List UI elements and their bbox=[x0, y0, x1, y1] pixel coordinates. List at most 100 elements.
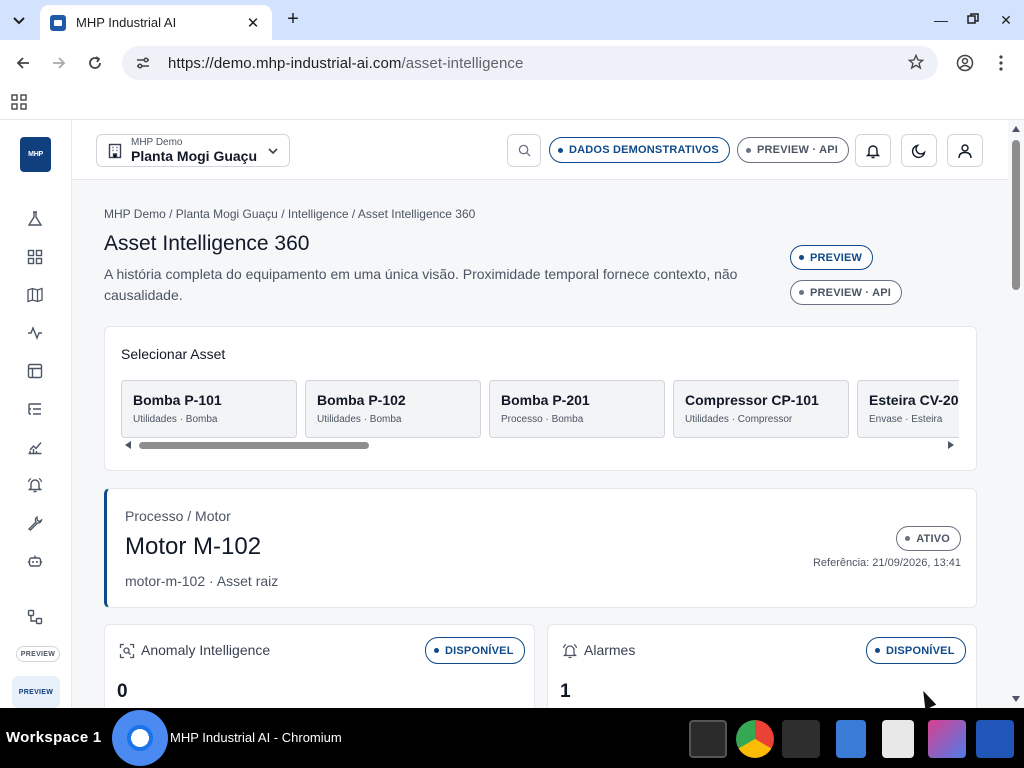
asset-option-bomba-p101[interactable]: Bomba P-101 Utilidades · Bomba bbox=[121, 380, 297, 438]
asset-name: Motor M-102 bbox=[125, 533, 262, 560]
tab-search-chevron-icon[interactable] bbox=[8, 10, 30, 32]
search-button[interactable] bbox=[507, 134, 541, 167]
site-settings-icon[interactable] bbox=[134, 54, 152, 72]
plant-selector[interactable]: MHP Demo Planta Mogi Guaçu bbox=[96, 134, 290, 167]
app-viewport: MHP PREVIEW PREVIEW MHP Demo Planta Mogi… bbox=[0, 120, 1024, 708]
dashboard-icon[interactable] bbox=[26, 248, 44, 266]
chart-line-icon[interactable] bbox=[26, 438, 44, 456]
terminal-icon[interactable] bbox=[689, 720, 727, 758]
chromium-task-icon[interactable] bbox=[112, 710, 168, 766]
alarms-panel: Alarmes DISPONÍVEL 1 bbox=[547, 624, 977, 708]
preview-api-badge[interactable]: PREVIEW · API bbox=[737, 137, 850, 163]
plant-name: Planta Mogi Guaçu bbox=[131, 148, 258, 164]
calculator-icon[interactable] bbox=[976, 720, 1014, 758]
anomaly-panel-title: Anomaly Intelligence bbox=[141, 642, 271, 658]
tab-title: MHP Industrial AI bbox=[76, 15, 177, 30]
back-icon[interactable] bbox=[12, 52, 34, 74]
reload-icon[interactable] bbox=[84, 52, 106, 74]
status-dot bbox=[875, 648, 880, 653]
browser-toolbar: https://demo.mhp-industrial-ai.com/asset… bbox=[0, 40, 1024, 86]
chevron-down-icon bbox=[267, 144, 279, 162]
breadcrumb: MHP Demo / Planta Mogi Guaçu / Intellige… bbox=[104, 207, 476, 221]
image-editor-icon[interactable] bbox=[928, 720, 966, 758]
asset-list[interactable]: Bomba P-101 Utilidades · Bomba Bomba P-1… bbox=[121, 380, 959, 438]
page-preview-api-badge[interactable]: PREVIEW · API bbox=[790, 280, 903, 305]
workspace-label[interactable]: Workspace 1 bbox=[6, 729, 102, 746]
asset-reference-time: Referência: 21/09/2026, 13:41 bbox=[812, 557, 961, 569]
bookmark-star-icon[interactable] bbox=[907, 53, 925, 75]
sidebar: MHP PREVIEW PREVIEW bbox=[0, 120, 72, 708]
robot-icon[interactable] bbox=[26, 552, 44, 570]
map-icon[interactable] bbox=[26, 286, 44, 304]
file-archive-icon[interactable] bbox=[836, 720, 866, 758]
asset-meta: motor-m-102 · Asset raiz bbox=[125, 573, 279, 589]
bell-ring-icon bbox=[562, 643, 578, 664]
scan-search-icon bbox=[119, 643, 135, 664]
brand-logo[interactable]: MHP bbox=[20, 137, 51, 172]
page-preview-badge[interactable]: PREVIEW bbox=[790, 245, 874, 270]
wrench-icon[interactable] bbox=[26, 514, 44, 532]
alarms-panel-title: Alarmes bbox=[584, 642, 636, 658]
asset-option-compressor-cp101[interactable]: Compressor CP-101 Utilidades · Compresso… bbox=[673, 380, 849, 438]
profile-icon[interactable] bbox=[954, 52, 976, 74]
asset-option-bomba-p201[interactable]: Bomba P-201 Processo · Bomba bbox=[489, 380, 665, 438]
list-tree-icon[interactable] bbox=[26, 400, 44, 418]
status-dot bbox=[434, 648, 439, 653]
scroll-left-arrow[interactable] bbox=[125, 441, 131, 449]
anomaly-panel: Anomaly Intelligence DISPONÍVEL 0 bbox=[104, 624, 535, 708]
alarms-count: 1 bbox=[560, 681, 571, 702]
minimize-icon[interactable]: — bbox=[931, 10, 951, 30]
restore-icon[interactable] bbox=[963, 10, 983, 30]
status-dot bbox=[799, 290, 804, 295]
address-bar[interactable]: https://demo.mhp-industrial-ai.com/asset… bbox=[122, 46, 938, 80]
vertical-scrollbar-thumb[interactable] bbox=[1012, 140, 1020, 290]
selected-asset-card: Processo / Motor Motor M-102 motor-m-102… bbox=[104, 488, 977, 608]
layout-icon[interactable] bbox=[26, 362, 44, 380]
asset-option-bomba-p102[interactable]: Bomba P-102 Utilidades · Bomba bbox=[305, 380, 481, 438]
org-label: MHP Demo bbox=[131, 137, 183, 148]
sidebar-preview-badge[interactable]: PREVIEW bbox=[16, 646, 60, 662]
scroll-up-arrow[interactable] bbox=[1012, 126, 1020, 132]
moon-icon bbox=[911, 143, 926, 158]
scroll-down-arrow[interactable] bbox=[1012, 696, 1020, 702]
close-window-icon[interactable]: ✕ bbox=[996, 10, 1016, 30]
search-icon bbox=[518, 144, 531, 157]
page-vertical-scrollbar[interactable] bbox=[1008, 120, 1024, 708]
user-menu-button[interactable] bbox=[947, 134, 983, 167]
workflow-icon[interactable] bbox=[26, 608, 44, 626]
theme-toggle-button[interactable] bbox=[901, 134, 937, 167]
scroll-right-arrow[interactable] bbox=[948, 441, 954, 449]
asset-selector-title: Selecionar Asset bbox=[121, 346, 226, 362]
asset-selector-card: Selecionar Asset Bomba P-101 Utilidades … bbox=[104, 326, 977, 471]
bookmarks-bar bbox=[0, 86, 1024, 120]
tab-close-icon[interactable]: ✕ bbox=[244, 14, 262, 32]
activity-icon[interactable] bbox=[26, 324, 44, 342]
sidebar-preview-badge-active[interactable]: PREVIEW bbox=[12, 676, 60, 708]
apps-grid-icon[interactable] bbox=[11, 94, 27, 115]
alarms-status-badge: DISPONÍVEL bbox=[866, 637, 966, 664]
anomaly-status-badge: DISPONÍVEL bbox=[425, 637, 525, 664]
document-viewer-icon[interactable] bbox=[882, 720, 914, 758]
active-window-title[interactable]: MHP Industrial AI - Chromium bbox=[170, 730, 342, 745]
building-icon bbox=[107, 143, 123, 164]
os-taskbar: Workspace 1 MHP Industrial AI - Chromium bbox=[0, 708, 1024, 768]
browser-menu-icon[interactable] bbox=[990, 52, 1012, 74]
demo-data-badge[interactable]: DADOS DEMONSTRATIVOS bbox=[549, 137, 730, 163]
horizontal-scrollbar-thumb[interactable] bbox=[139, 442, 369, 449]
bell-alarm-icon[interactable] bbox=[26, 476, 44, 494]
flask-icon[interactable] bbox=[26, 210, 44, 228]
new-tab-icon[interactable]: + bbox=[282, 8, 304, 30]
asset-path: Processo / Motor bbox=[125, 508, 231, 524]
forward-icon[interactable] bbox=[48, 52, 70, 74]
text-editor-icon[interactable] bbox=[782, 720, 820, 758]
browser-tab[interactable]: MHP Industrial AI ✕ bbox=[40, 5, 272, 40]
status-dot bbox=[905, 536, 911, 541]
status-dot bbox=[746, 147, 751, 153]
favicon-icon bbox=[50, 14, 66, 31]
user-icon bbox=[958, 143, 972, 158]
chrome-icon[interactable] bbox=[736, 720, 774, 758]
notifications-button[interactable] bbox=[855, 134, 891, 167]
asset-option-esteira-cv201[interactable]: Esteira CV-201 Envase · Esteira bbox=[857, 380, 959, 438]
anomaly-count: 0 bbox=[117, 681, 128, 702]
app-topbar: MHP Demo Planta Mogi Guaçu DADOS DEMONST… bbox=[72, 120, 1008, 180]
